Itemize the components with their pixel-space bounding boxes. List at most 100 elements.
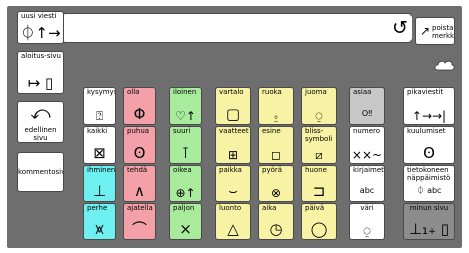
grid-button-juoma[interactable]: juoma ⍜ — [301, 87, 337, 125]
home-page-button[interactable]: aloitus-sivu ↦ ▯ — [17, 51, 64, 94]
new-message-label: uusi viesti — [21, 12, 57, 20]
question-icon: ⍰ — [95, 109, 104, 123]
do-icon: ∧ — [134, 182, 145, 200]
grid-button-ihminen[interactable]: ihminen ⊥ — [83, 165, 116, 202]
think-icon: ⌒ — [131, 220, 147, 238]
grid-label: paljon — [173, 204, 195, 212]
grid-label: juoma — [305, 88, 327, 96]
grid-label: aika — [262, 204, 277, 212]
grid-button-huone[interactable]: huone ⊐ — [301, 165, 337, 202]
matter-icon: O‼ — [361, 109, 373, 118]
bliss-symbol-icon: ⧄ — [315, 148, 323, 162]
grid-button-suuri[interactable]: suuri ⊺ — [169, 126, 202, 164]
nature-icon: △ — [227, 220, 239, 238]
place-icon: ⌣ — [228, 182, 238, 200]
undo-button[interactable]: ↺ — [388, 15, 412, 41]
grid-button-paikka[interactable]: paikka ⌣ — [215, 165, 251, 202]
previous-page-button[interactable]: ⤺ edellinen sivu — [17, 101, 64, 143]
grid-label: vaatteet — [219, 127, 249, 135]
grid-label: iloinen — [173, 88, 197, 96]
grid-label: suuri — [173, 127, 191, 135]
quick-messages-icon: ↑→→| — [411, 109, 447, 123]
grid-button-bliss-symboli[interactable]: bliss-symboli ⧄ — [301, 126, 337, 164]
grid-label: kirjaimet — [353, 166, 384, 174]
grid-label: pyörä — [262, 166, 283, 174]
grid-button-pyora[interactable]: pyörä ⊗ — [258, 165, 294, 202]
time-icon: ◷ — [269, 220, 283, 238]
my-page-button[interactable]: minun sivu ⊥₁₊ ▯ — [403, 203, 455, 240]
grid-label: huone — [305, 166, 327, 174]
cloud-icon[interactable] — [432, 56, 456, 74]
room-icon: ⊐ — [312, 182, 326, 200]
quick-messages-button[interactable]: pikaviestit ↑→→| — [403, 87, 455, 125]
grid-label: olla — [127, 88, 140, 96]
happy-icon: ♡↑ — [175, 109, 196, 123]
new-message-button[interactable]: uusi viesti ⏀↑→ — [17, 11, 64, 44]
grid-button-numero[interactable]: numero ××~ — [349, 126, 385, 164]
grid-button-vartalo[interactable]: vartalo ▢ — [215, 87, 251, 125]
my-page-label: minun sivu — [409, 204, 449, 212]
grid-button-vaatteet[interactable]: vaatteet ⊞ — [215, 126, 251, 164]
communication-board: uusi viesti ⏀↑→ ↺ poista merkki ↗ aloitu… — [7, 6, 462, 248]
comment-page-label: kommentosivulle — [18, 168, 64, 176]
grid-label: väri — [360, 204, 374, 212]
grid-label: oikea — [173, 166, 192, 174]
grid-button-puhua[interactable]: puhua ʘ — [123, 126, 156, 164]
grid-button-luonto[interactable]: luonto △ — [215, 203, 251, 240]
grid-label: puhua — [127, 127, 150, 135]
grid-button-iloinen[interactable]: iloinen ♡↑ — [169, 87, 202, 125]
grid-label: ihminen — [87, 166, 116, 174]
previous-page-icon: ⤺ — [30, 102, 51, 124]
food-icon: ⍛ — [272, 109, 280, 123]
grid-button-paljon[interactable]: paljon × — [169, 203, 202, 240]
grid-button-ajatella[interactable]: ajatella ⌒ — [123, 203, 156, 240]
grid-label: tehdä — [127, 166, 148, 174]
grid-label: paikka — [219, 166, 242, 174]
keyboard-button[interactable]: tietokoneen näppäimistö ⏀ abc — [403, 165, 455, 202]
big-icon: ⊺ — [181, 144, 190, 162]
grid-label: päivä — [305, 204, 325, 212]
grid-button-esine[interactable]: esine ◻ — [258, 126, 294, 164]
speak-icon: ʘ — [133, 144, 146, 162]
body-icon: ▢ — [225, 105, 241, 123]
comment-page-button[interactable]: kommentosivulle — [17, 152, 64, 192]
news-icon: ʘ — [423, 144, 435, 162]
undo-icon: ↺ — [392, 17, 408, 39]
person-icon: ⊥ — [92, 182, 107, 200]
grid-button-perhe[interactable]: perhe ⩙ — [83, 203, 116, 240]
grid-button-paiva[interactable]: päivä ◯ — [301, 203, 337, 240]
grid-label: bliss-symboli — [305, 127, 333, 143]
keyboard-icon: ⏀ abc — [416, 186, 442, 195]
grid-button-olla[interactable]: olla Φ — [123, 87, 156, 125]
grid-label: asiaa — [353, 88, 372, 96]
grid-label: kaikki — [87, 127, 108, 135]
news-button[interactable]: kuulumiset ʘ — [403, 126, 455, 164]
grid-label: numero — [353, 127, 381, 135]
delete-char-label: poista merkki — [432, 24, 455, 40]
quick-messages-label: pikaviestit — [407, 88, 444, 96]
grid-label: kysymys — [87, 88, 116, 96]
news-label: kuulumiset — [407, 127, 446, 135]
grid-button-ruoka[interactable]: ruoka ⍛ — [258, 87, 294, 125]
grid-button-kaikki[interactable]: kaikki ⊠ — [83, 126, 116, 164]
object-icon: ◻ — [271, 148, 281, 162]
grid-label: luonto — [219, 204, 242, 212]
grid-label: ruoka — [262, 88, 282, 96]
home-page-icon: ↦ ▯ — [27, 74, 54, 92]
color-icon: ⍜ — [363, 224, 371, 238]
keyboard-label: tietokoneen näppäimistö — [407, 166, 451, 182]
grid-button-aika[interactable]: aika ◷ — [258, 203, 294, 240]
grid-button-kirjaimet[interactable]: kirjaimet abc — [349, 165, 385, 202]
clothes-icon: ⊞ — [227, 148, 239, 162]
grid-button-oikea[interactable]: oikea ⊕↑ — [169, 165, 202, 202]
grid-label: vartalo — [219, 88, 244, 96]
message-text-area[interactable] — [63, 13, 411, 43]
delete-char-button[interactable]: poista merkki ↗ — [415, 17, 455, 45]
grid-button-asiaa[interactable]: asiaa O‼ — [349, 87, 385, 125]
grid-button-kysymys[interactable]: kysymys ⍰ — [83, 87, 116, 125]
grid-label: ajatella — [127, 204, 153, 212]
wheel-icon: ⊗ — [270, 186, 282, 200]
grid-button-tehda[interactable]: tehdä ∧ — [123, 165, 156, 202]
grid-button-vari[interactable]: väri ⍜ — [349, 203, 385, 240]
drink-icon: ⍜ — [315, 109, 323, 123]
